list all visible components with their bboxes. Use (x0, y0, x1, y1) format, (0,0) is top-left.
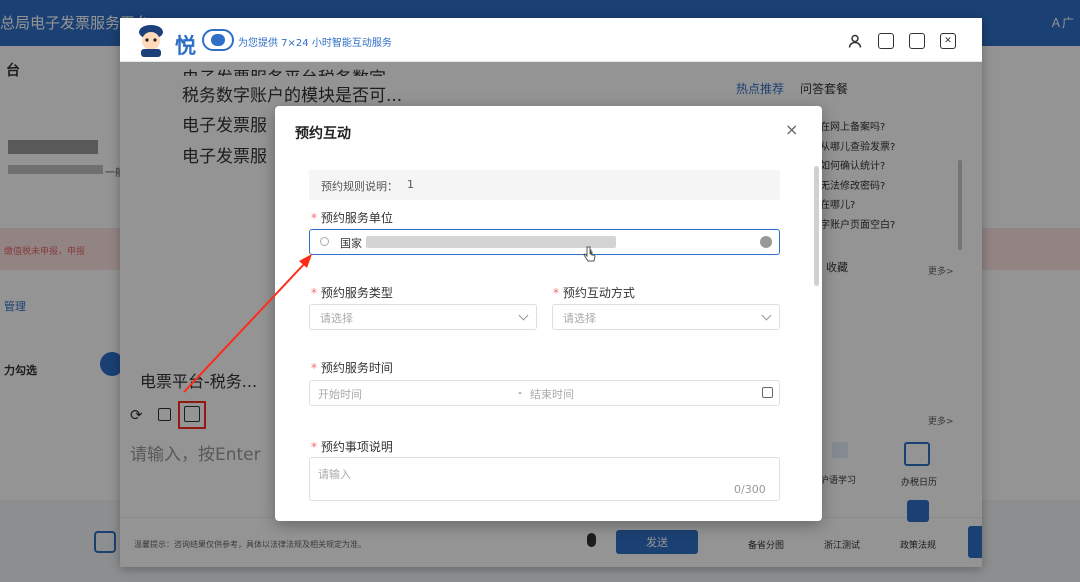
mouse-cursor-icon (583, 246, 596, 262)
annotation-arrow (183, 254, 312, 393)
